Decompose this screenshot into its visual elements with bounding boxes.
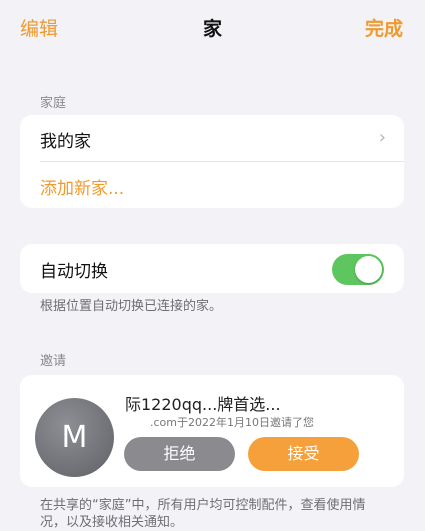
- page-title: 家: [202, 18, 222, 40]
- invite-meta: .com于2022年1月10日邀请了您: [150, 416, 314, 429]
- auto-switch-toggle[interactable]: [332, 254, 384, 285]
- decline-button[interactable]: 拒绝: [124, 437, 235, 471]
- chevron-right-icon: ›: [378, 127, 386, 148]
- auto-switch-card: 自动切换: [20, 244, 404, 293]
- navigation-bar: 编辑 家 完成: [0, 0, 425, 56]
- auto-switch-footnote: 根据位置自动切换已连接的家。: [40, 299, 223, 314]
- done-button[interactable]: 完成: [365, 14, 403, 41]
- avatar: M: [35, 398, 114, 477]
- divider: [40, 161, 404, 162]
- accept-button[interactable]: 接受: [248, 437, 359, 471]
- home-row-my-home[interactable]: 我的家 ›: [20, 115, 404, 161]
- toggle-knob: [355, 256, 382, 283]
- invitation-card: M 际1220qq...牌首选... .com于2022年1月10日邀请了您 拒…: [20, 375, 404, 487]
- home-name: 我的家: [40, 132, 91, 152]
- add-home-button[interactable]: 添加新家...: [40, 174, 124, 199]
- invite-title: 际1220qq...牌首选...: [125, 395, 281, 414]
- invites-section-header: 邀请: [40, 354, 67, 369]
- homes-section-header: 家庭: [40, 96, 67, 111]
- auto-switch-label: 自动切换: [40, 262, 108, 282]
- sharing-footnote: 在共享的“家庭”中，所有用户均可控制配件，查看使用情况，以及接收相关通知。: [40, 498, 366, 530]
- homes-list: 我的家 › 添加新家...: [20, 115, 404, 208]
